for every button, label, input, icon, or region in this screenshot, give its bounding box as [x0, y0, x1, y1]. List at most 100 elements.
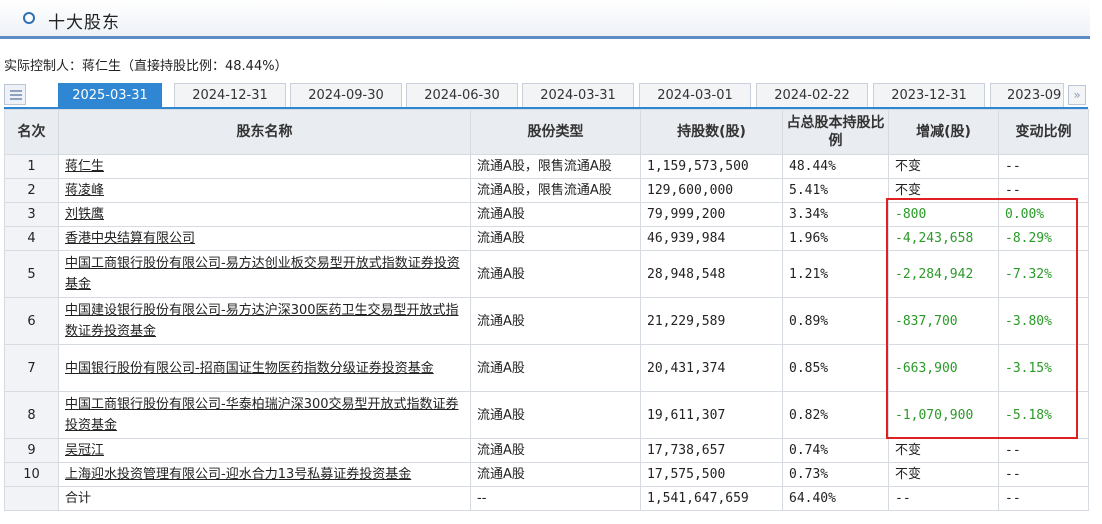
change-ratio-cell: -- [998, 438, 1089, 463]
rank-cell: 5 [4, 250, 59, 298]
share-type-cell: 流通A股 [470, 462, 641, 487]
change-cell: 不变 [888, 462, 999, 487]
shares-cell: 46,939,984 [640, 226, 783, 251]
table-row: 7 中国银行股份有限公司-招商国证生物医药指数分级证券投资基金 流通A股 20,… [4, 344, 1089, 392]
share-type-cell: 流通A股 [470, 226, 641, 251]
table-row: 10 上海迎水投资管理有限公司-迎水合力13号私募证券投资基金 流通A股 17,… [4, 462, 1089, 487]
table-row: 6 中国建设银行股份有限公司-易方达沪深300医药卫生交易型开放式指数证券投资基… [4, 297, 1089, 345]
rank-cell: 1 [4, 154, 59, 179]
shareholder-name-cell: 中国工商银行股份有限公司-易方达创业板交易型开放式指数证券投资基金 [58, 250, 471, 298]
shareholder-link[interactable]: 吴冠江 [65, 443, 104, 458]
shares-cell: 17,738,657 [640, 438, 783, 463]
shareholder-link[interactable]: 蒋凌峰 [65, 183, 104, 198]
shareholder-name-cell: 中国建设银行股份有限公司-易方达沪深300医药卫生交易型开放式指数证券投资基金 [58, 297, 471, 345]
tab-date[interactable]: 2023-12-31 [873, 83, 985, 107]
shares-cell: 79,999,200 [640, 202, 783, 227]
shareholder-link[interactable]: 中国银行股份有限公司-招商国证生物医药指数分级证券投资基金 [65, 361, 434, 376]
share-type-cell: 流通A股 [470, 202, 641, 227]
shareholder-name-cell: 中国银行股份有限公司-招商国证生物医药指数分级证券投资基金 [58, 344, 471, 392]
shareholder-link[interactable]: 中国工商银行股份有限公司-易方达创业板交易型开放式指数证券投资基金 [65, 256, 460, 292]
change-ratio-cell: -- [998, 154, 1089, 179]
shareholder-link[interactable]: 蒋仁生 [65, 159, 104, 174]
shareholder-name-cell: 中国工商银行股份有限公司-华泰柏瑞沪深300交易型开放式指数证券投资基金 [58, 391, 471, 439]
shareholder-name-cell: 吴冠江 [58, 438, 471, 463]
share-type-cell: 流通A股 [470, 438, 641, 463]
percent-cell: 64.40% [782, 486, 889, 511]
change-cell: 不变 [888, 178, 999, 203]
tab-date[interactable]: 2024-09-30 [290, 83, 402, 107]
shares-cell: 20,431,374 [640, 344, 783, 392]
circle-bullet-icon [23, 12, 35, 24]
rank-cell: 6 [4, 297, 59, 345]
col-header: 增减(股) [888, 109, 999, 155]
table-row: 5 中国工商银行股份有限公司-易方达创业板交易型开放式指数证券投资基金 流通A股… [4, 250, 1089, 298]
shareholder-link[interactable]: 上海迎水投资管理有限公司-迎水合力13号私募证券投资基金 [65, 467, 411, 482]
change-cell: -800 [888, 202, 999, 227]
col-header: 持股数(股) [640, 109, 783, 155]
shares-cell: 21,229,589 [640, 297, 783, 345]
percent-cell: 0.73% [782, 462, 889, 487]
share-type-cell: 流通A股，限售流通A股 [470, 154, 641, 179]
shareholder-name-cell: 蒋凌峰 [58, 178, 471, 203]
change-cell: -663,900 [888, 344, 999, 392]
shareholder-name-cell: 上海迎水投资管理有限公司-迎水合力13号私募证券投资基金 [58, 462, 471, 487]
rank-cell [4, 486, 59, 511]
change-ratio-cell: 0.00% [998, 202, 1089, 227]
share-type-cell: 流通A股，限售流通A股 [470, 178, 641, 203]
change-cell: -- [888, 486, 999, 511]
table-row: 8 中国工商银行股份有限公司-华泰柏瑞沪深300交易型开放式指数证券投资基金 流… [4, 391, 1089, 439]
table-row: 1 蒋仁生 流通A股，限售流通A股 1,159,573,500 48.44% 不… [4, 154, 1089, 179]
controller-info: 实际控制人：蒋仁生（直接持股比例：48.44%） [4, 59, 288, 74]
tab-date[interactable]: 2025-03-31 [58, 83, 162, 107]
change-cell: 不变 [888, 154, 999, 179]
change-ratio-cell: -8.29% [998, 226, 1089, 251]
change-ratio-cell: -- [998, 178, 1089, 203]
list-view-icon[interactable] [4, 84, 26, 105]
table-row: 9 吴冠江 流通A股 17,738,657 0.74% 不变 -- [4, 438, 1089, 463]
change-cell: -1,070,900 [888, 391, 999, 439]
col-header: 变动比例 [998, 109, 1089, 155]
shares-cell: 129,600,000 [640, 178, 783, 203]
shareholder-name-cell: 刘铁鹰 [58, 202, 471, 227]
shareholder-link[interactable]: 中国建设银行股份有限公司-易方达沪深300医药卫生交易型开放式指数证券投资基金 [65, 303, 459, 339]
tab-date[interactable]: 2023-09 [990, 83, 1064, 107]
col-header: 名次 [4, 109, 59, 155]
total-label: 合计 [58, 486, 471, 511]
col-header: 占总股本持股比例 [782, 109, 889, 155]
table-row: 3 刘铁鹰 流通A股 79,999,200 3.34% -800 0.00% [4, 202, 1089, 227]
tab-date[interactable]: 2024-03-01 [639, 83, 751, 107]
col-header: 股东名称 [58, 109, 471, 155]
percent-cell: 0.85% [782, 344, 889, 392]
col-header: 股份类型 [470, 109, 641, 155]
tab-date[interactable]: 2024-03-31 [522, 83, 634, 107]
shareholder-link[interactable]: 刘铁鹰 [65, 207, 104, 222]
shares-cell: 1,541,647,659 [640, 486, 783, 511]
rank-cell: 3 [4, 202, 59, 227]
tab-date[interactable]: 2024-12-31 [174, 83, 286, 107]
percent-cell: 5.41% [782, 178, 889, 203]
tab-date[interactable]: 2024-06-30 [406, 83, 518, 107]
change-ratio-cell: -5.18% [998, 391, 1089, 439]
rank-cell: 2 [4, 178, 59, 203]
table-row: 2 蒋凌峰 流通A股，限售流通A股 129,600,000 5.41% 不变 -… [4, 178, 1089, 203]
tab-date[interactable]: 2024-02-22 [756, 83, 868, 107]
share-type-cell: 流通A股 [470, 297, 641, 345]
share-type-cell: 流通A股 [470, 344, 641, 392]
change-ratio-cell: -7.32% [998, 250, 1089, 298]
shareholder-name-cell: 蒋仁生 [58, 154, 471, 179]
shares-cell: 1,159,573,500 [640, 154, 783, 179]
change-ratio-cell: -- [998, 486, 1089, 511]
percent-cell: 0.89% [782, 297, 889, 345]
shareholder-link[interactable]: 中国工商银行股份有限公司-华泰柏瑞沪深300交易型开放式指数证券投资基金 [65, 397, 459, 433]
shareholder-link[interactable]: 香港中央结算有限公司 [65, 231, 195, 246]
next-tabs-arrow-icon[interactable]: » [1068, 85, 1086, 105]
change-ratio-cell: -3.15% [998, 344, 1089, 392]
change-cell: -2,284,942 [888, 250, 999, 298]
share-type-cell: -- [470, 486, 641, 511]
section-title: 十大股东 [48, 13, 120, 33]
shareholder-name-cell: 香港中央结算有限公司 [58, 226, 471, 251]
percent-cell: 48.44% [782, 154, 889, 179]
percent-cell: 1.96% [782, 226, 889, 251]
percent-cell: 3.34% [782, 202, 889, 227]
change-cell: -837,700 [888, 297, 999, 345]
